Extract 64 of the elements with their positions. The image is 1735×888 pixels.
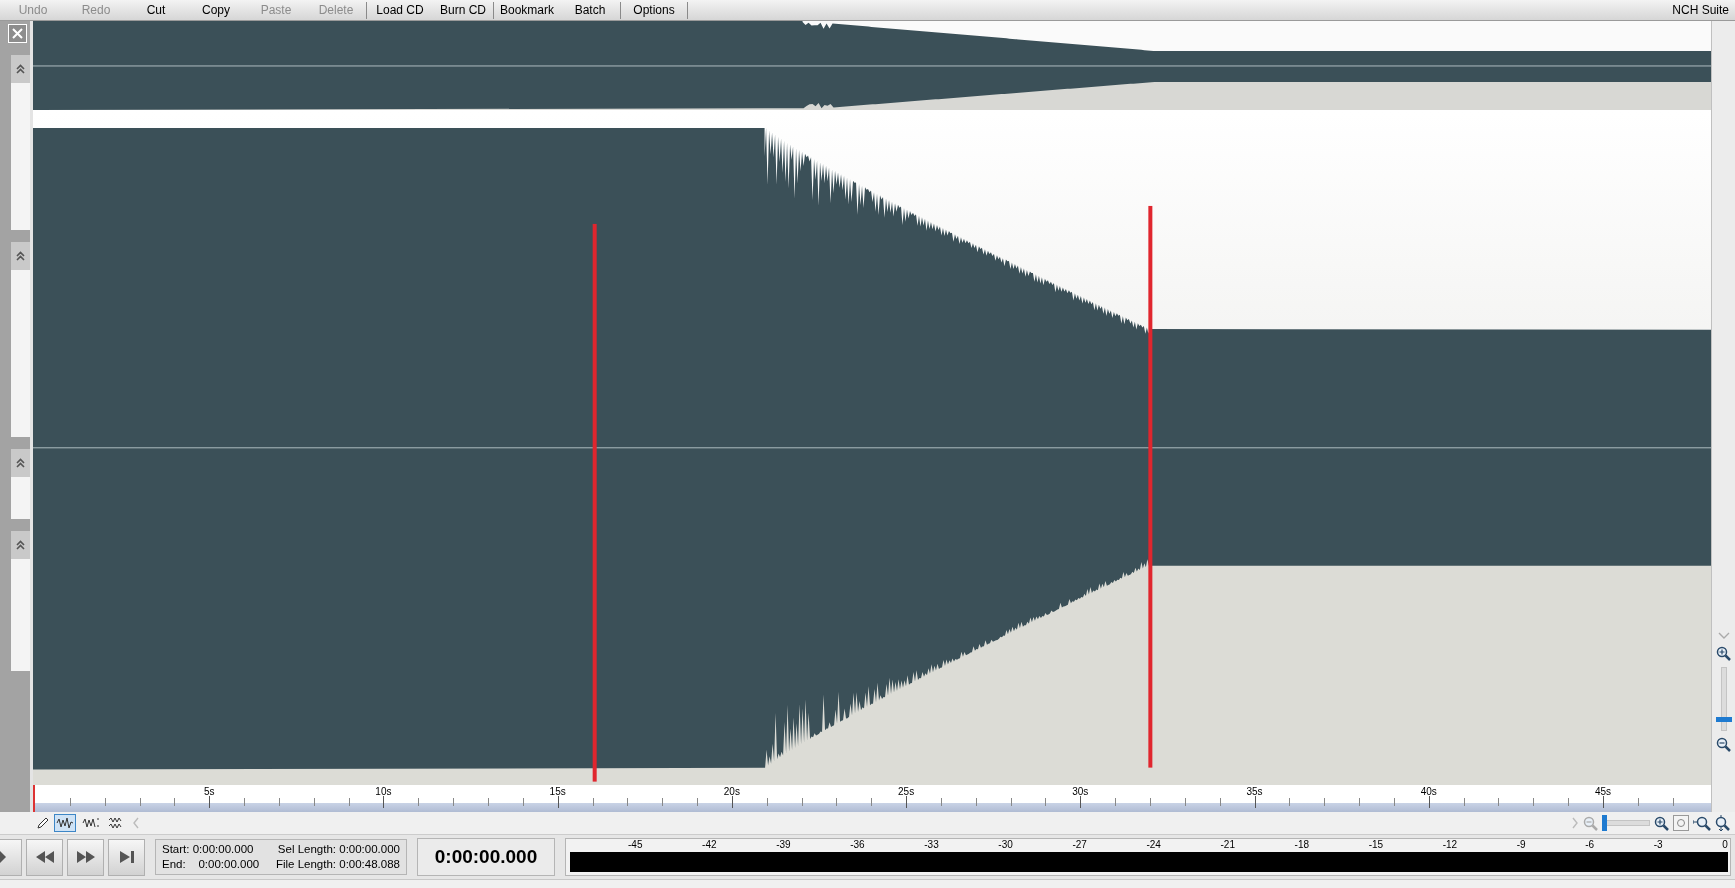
start-text: Start: 0:00:00.000 (162, 842, 255, 857)
collapse-chevron-icon[interactable] (16, 540, 25, 550)
timeline-label: 30s (1072, 785, 1089, 797)
vertical-zoom-icon[interactable] (1715, 814, 1731, 832)
meter-scale-label: -12 (1442, 839, 1458, 852)
toolbar-button[interactable]: Load CD (367, 1, 433, 19)
toolbar-button[interactable]: Burn CD (433, 1, 493, 19)
timeline-label: 25s (898, 785, 915, 797)
collapse-chevron-icon[interactable] (16, 64, 25, 74)
play-icon (0, 850, 6, 864)
timeline-label: 15s (549, 785, 566, 797)
skip-to-end-icon (118, 850, 135, 864)
rewind-button[interactable] (26, 838, 63, 876)
collapse-chevron-icon[interactable] (16, 251, 25, 261)
waveform-icon (82, 817, 100, 829)
toolbar-button[interactable]: Copy (186, 1, 246, 19)
meter-scale-label: -3 (1653, 839, 1663, 852)
meter-scale-label: 0 (1722, 839, 1728, 852)
zoom-in-icon[interactable] (1654, 815, 1669, 831)
meter-scale-label: -39 (776, 839, 791, 852)
horizontal-zoom-slider[interactable] (1602, 815, 1650, 831)
close-icon[interactable] (8, 24, 27, 43)
fast-forward-icon (74, 850, 97, 864)
timeline-label: 20s (723, 785, 740, 797)
suite-label[interactable]: NCH Suite (1672, 3, 1735, 17)
fast-forward-button[interactable] (67, 838, 104, 876)
horizontal-zoom-icon[interactable] (1693, 815, 1711, 831)
meter-scale-label: -30 (998, 839, 1013, 852)
toolbar-button[interactable]: Batch (560, 1, 620, 19)
slider-thumb[interactable] (1602, 815, 1607, 831)
waveform-icon (56, 817, 74, 829)
timeline-label: 40s (1420, 785, 1437, 797)
meter-scale-label: -36 (850, 839, 865, 852)
transport-button[interactable] (0, 838, 22, 876)
meter-scale-label: -24 (1146, 839, 1161, 852)
meter-scale-label: -15 (1368, 839, 1384, 852)
pencil-icon[interactable] (36, 816, 50, 830)
zoom-out-icon[interactable] (1716, 737, 1731, 752)
timeline-label: 35s (1246, 785, 1263, 797)
meter-scale-label: -21 (1220, 839, 1235, 852)
toolbar-button[interactable]: Cut (126, 1, 186, 19)
meter-scale-label: -33 (924, 839, 939, 852)
meter-scale-label: -18 (1294, 839, 1309, 852)
meter-scale-label: -6 (1585, 839, 1595, 852)
timeline-label: 45s (1594, 785, 1612, 797)
meter-scale-label: -42 (702, 839, 717, 852)
meter-scale-label: -9 (1516, 839, 1526, 852)
slider-thumb[interactable] (1715, 717, 1732, 723)
zoom-in-icon[interactable] (1716, 646, 1731, 661)
toolbar-button[interactable]: Bookmark (494, 1, 560, 19)
meter-scale-label: -45 (628, 839, 643, 852)
sel-length-text: Sel Length: 0:00:00.000 (276, 842, 400, 857)
skip-to-end-button[interactable] (108, 838, 145, 876)
view-mode-button[interactable] (54, 814, 76, 832)
vertical-zoom-slider[interactable] (1715, 667, 1732, 731)
end-text: End: 0:00:00.000 (162, 857, 261, 872)
toolbar-button[interactable]: Options (621, 1, 687, 19)
meter-scale-label: -27 (1072, 839, 1087, 852)
timeline-ruler[interactable]: 5s 10s 15s 20s 25s 30s 35s 40s 45s (33, 784, 1711, 812)
file-length-text: File Length: 0:00:48.088 (274, 857, 400, 872)
timeline-label: 5s (203, 785, 215, 797)
timeline-label: 10s (375, 785, 392, 797)
time-display: 0:00:00.000 (417, 838, 555, 876)
collapse-chevron-icon[interactable] (16, 458, 25, 468)
